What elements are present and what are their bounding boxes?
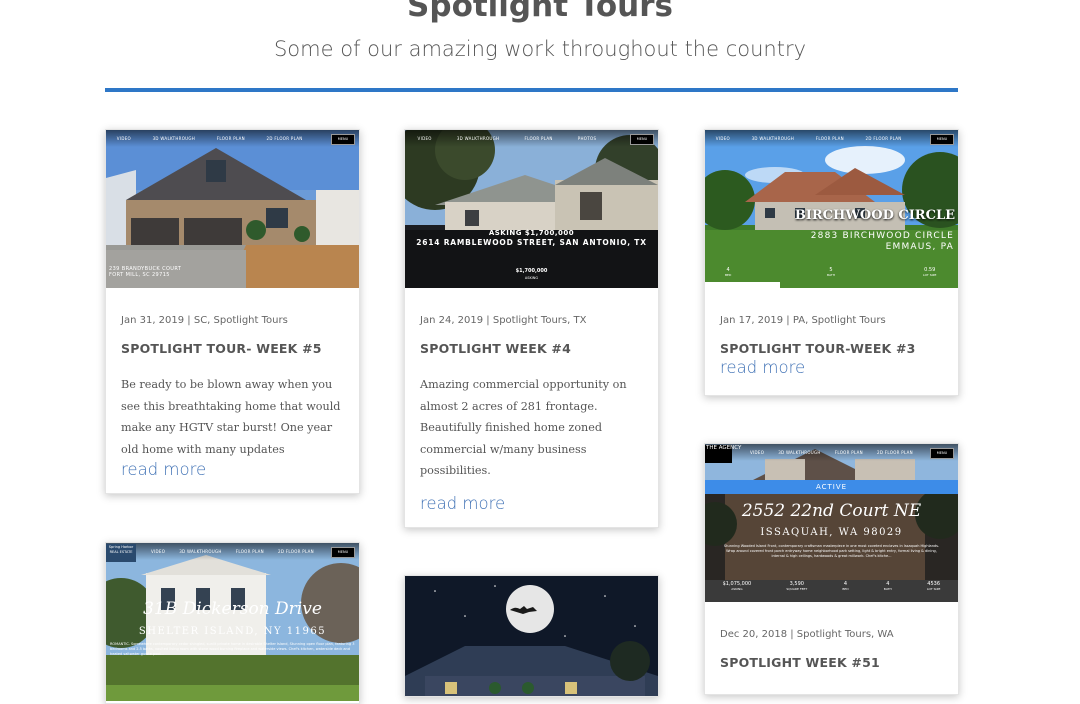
thumb-address-line2: SHELTER ISLAND, NY 11965 bbox=[138, 626, 327, 637]
post-meta: Jan 24, 2019 | Spotlight Tours, TX bbox=[420, 315, 587, 326]
thumb-address-line2: FORT MILL, SC 29715 bbox=[109, 272, 170, 278]
tour-nav-bar: VIDEO 3D WALKTHROUGH FLOOR PLAN PHOTOS bbox=[405, 130, 658, 147]
nav-3d-walkthrough[interactable]: 3D WALKTHROUGH bbox=[457, 136, 500, 141]
nav-floor-plan[interactable]: FLOOR PLAN bbox=[524, 136, 552, 141]
nav-3d-walkthrough[interactable]: 3D WALKTHROUGH bbox=[778, 450, 821, 455]
thumb-stat-sqft: 3,590 SQUARE FEET bbox=[786, 581, 807, 591]
menu-button[interactable]: MENU bbox=[930, 134, 954, 145]
tour-nav-bar: VIDEO 3D WALKTHROUGH FLOOR PLAN 2D FLOOR… bbox=[705, 130, 958, 147]
stat-label: BATH bbox=[883, 587, 892, 591]
thumb-street-name: BIRCHWOOD CIRCLE bbox=[794, 208, 955, 223]
post-excerpt: Amazing commercial opportunity on almost… bbox=[420, 378, 627, 477]
post-title[interactable]: SPOTLIGHT TOUR- WEEK #5 bbox=[121, 341, 344, 356]
post-title[interactable]: SPOTLIGHT WEEK #51 bbox=[720, 655, 943, 670]
nav-floor-plan[interactable]: FLOOR PLAN bbox=[816, 136, 844, 141]
thumb-stat-bath: 4 BATH bbox=[884, 581, 892, 591]
menu-button[interactable]: MENU bbox=[331, 547, 355, 558]
nav-video[interactable]: VIDEO bbox=[117, 136, 131, 141]
brand-logo: Spring Harbor REAL ESTATE bbox=[106, 544, 136, 562]
thumb-address-line1: 2552 22nd Court NE bbox=[741, 501, 922, 521]
nav-2d-floor-plan[interactable]: 2D FLOOR PLAN bbox=[866, 136, 902, 141]
stat-label: BATH bbox=[827, 273, 835, 277]
post-thumbnail[interactable]: VIDEO 3D WALKTHROUGH FLOOR PLAN 2D FLOOR… bbox=[705, 130, 958, 288]
post-card-holiday bbox=[404, 575, 659, 697]
post-thumbnail[interactable] bbox=[405, 576, 658, 696]
nav-floor-plan[interactable]: FLOOR PLAN bbox=[835, 450, 863, 455]
thumb-description: Stunning Wooded Island Front, contempora… bbox=[723, 544, 940, 558]
read-more-link[interactable]: read more bbox=[420, 494, 505, 513]
nav-video[interactable]: VIDEO bbox=[151, 549, 165, 554]
thumb-description: ROMANTIC. Somewhere contemporary cedar s… bbox=[110, 642, 355, 656]
post-card-week-4: VIDEO 3D WALKTHROUGH FLOOR PLAN PHOTOS M… bbox=[404, 129, 659, 528]
nav-2d-floor-plan[interactable]: 2D FLOOR PLAN bbox=[278, 549, 314, 554]
post-card-week-51: VIDEO 3D WALKTHROUGH FLOOR PLAN 2D FLOOR… bbox=[704, 443, 959, 695]
stat-label: LOT SIZE bbox=[923, 273, 937, 277]
nav-3d-walkthrough[interactable]: 3D WALKTHROUGH bbox=[179, 549, 222, 554]
nav-photos[interactable]: PHOTOS bbox=[578, 136, 597, 141]
thumb-address-line1: 31B Dickerson Drive bbox=[143, 599, 322, 619]
post-thumbnail[interactable]: VIDEO 3D WALKTHROUGH FLOOR PLAN 2D FLOOR… bbox=[106, 543, 359, 701]
tour-nav-bar: VIDEO 3D WALKTHROUGH FLOOR PLAN 2D FLOOR… bbox=[705, 444, 958, 461]
tour-nav-bar: VIDEO 3D WALKTHROUGH FLOOR PLAN 2D FLOOR… bbox=[106, 543, 359, 560]
nav-video[interactable]: VIDEO bbox=[418, 136, 432, 141]
thumb-asking: ASKING $1,700,000 bbox=[488, 229, 575, 237]
menu-button[interactable]: MENU bbox=[331, 134, 355, 145]
stat-label: SQUARE FEET bbox=[786, 587, 808, 591]
post-excerpt: Be ready to be blown away when you see t… bbox=[121, 378, 341, 456]
read-more-link[interactable]: read more bbox=[121, 460, 206, 479]
stat-label: LOT SIZE bbox=[926, 587, 941, 591]
post-thumbnail[interactable]: VIDEO 3D WALKTHROUGH FLOOR PLAN PHOTOS M… bbox=[405, 130, 658, 288]
page-title: Spotlight Tours bbox=[407, 0, 673, 24]
nav-3d-walkthrough[interactable]: 3D WALKTHROUGH bbox=[153, 136, 196, 141]
nav-video[interactable]: VIDEO bbox=[750, 450, 764, 455]
thumb-address-line1: 2883 BIRCHWOOD CIRCLE bbox=[810, 231, 954, 241]
post-card-week-5: VIDEO 3D WALKTHROUGH FLOOR PLAN 2D FLOOR… bbox=[105, 129, 360, 494]
nav-floor-plan[interactable]: FLOOR PLAN bbox=[217, 136, 245, 141]
stat-label: BED bbox=[842, 587, 849, 591]
post-thumbnail[interactable]: VIDEO 3D WALKTHROUGH FLOOR PLAN 2D FLOOR… bbox=[106, 130, 359, 288]
post-card-dickerson: VIDEO 3D WALKTHROUGH FLOOR PLAN 2D FLOOR… bbox=[105, 542, 360, 704]
thumb-address: 239 BRANDYBUCK COURT FORT MILL, SC 29715 bbox=[109, 266, 181, 278]
stat-label: BED bbox=[725, 273, 732, 277]
status-badge: ACTIVE bbox=[705, 480, 958, 494]
post-title[interactable]: SPOTLIGHT WEEK #4 bbox=[420, 341, 643, 356]
nav-floor-plan[interactable]: FLOOR PLAN bbox=[236, 549, 264, 554]
thumb-stats: $1,075,000 ASKING 3,590 SQUARE FEET 4 BED 4… bbox=[705, 581, 958, 591]
read-more-link[interactable]: read more bbox=[720, 358, 805, 377]
brand-logo: THE AGENCY bbox=[705, 445, 741, 463]
thumb-price-label: ASKING bbox=[524, 276, 539, 280]
thumb-stat-lot: 4536 LOT SIZE bbox=[927, 581, 940, 591]
post-meta: Dec 20, 2018 | Spotlight Tours, WA bbox=[720, 629, 894, 640]
tour-nav-bar: VIDEO 3D WALKTHROUGH FLOOR PLAN 2D FLOOR… bbox=[106, 130, 359, 147]
stat-label: ASKING bbox=[731, 587, 743, 591]
page-subtitle: Some of our amazing work throughout the … bbox=[273, 37, 807, 61]
nav-2d-floor-plan[interactable]: 2D FLOOR PLAN bbox=[877, 450, 913, 455]
thumb-address-line2: EMMAUS, PA bbox=[885, 242, 954, 252]
menu-button[interactable]: MENU bbox=[930, 448, 954, 459]
nav-2d-floor-plan[interactable]: 2D FLOOR PLAN bbox=[267, 136, 303, 141]
thumb-stat-price: $1,075,000 ASKING bbox=[723, 581, 752, 591]
thumb-stat-lot: 0.59 LOT SIZE bbox=[923, 267, 936, 277]
post-card-week-3: VIDEO 3D WALKTHROUGH FLOOR PLAN 2D FLOOR… bbox=[704, 129, 959, 396]
post-meta: Jan 17, 2019 | PA, Spotlight Tours bbox=[720, 315, 886, 326]
post-meta: Jan 31, 2019 | SC, Spotlight Tours bbox=[121, 315, 288, 326]
thumb-stat-bath: 5 BATH bbox=[827, 267, 835, 277]
post-title[interactable]: SPOTLIGHT TOUR-WEEK #3 bbox=[720, 341, 943, 356]
nav-3d-walkthrough[interactable]: 3D WALKTHROUGH bbox=[752, 136, 795, 141]
thumb-stat-bed: 4 BED bbox=[725, 267, 731, 277]
nav-video[interactable]: VIDEO bbox=[716, 136, 730, 141]
menu-button[interactable]: MENU bbox=[630, 134, 654, 145]
header-divider bbox=[105, 88, 958, 92]
post-thumbnail[interactable]: VIDEO 3D WALKTHROUGH FLOOR PLAN 2D FLOOR… bbox=[705, 444, 958, 602]
thumb-price: $1,700,000 bbox=[515, 268, 548, 274]
thumb-address: 2614 RAMBLEWOOD STREET, SAN ANTONIO, TX bbox=[416, 238, 647, 247]
thumb-address-line2: ISSAQUAH, WA 98029 bbox=[760, 527, 903, 538]
thumb-stat-bed: 4 BED bbox=[842, 581, 848, 591]
